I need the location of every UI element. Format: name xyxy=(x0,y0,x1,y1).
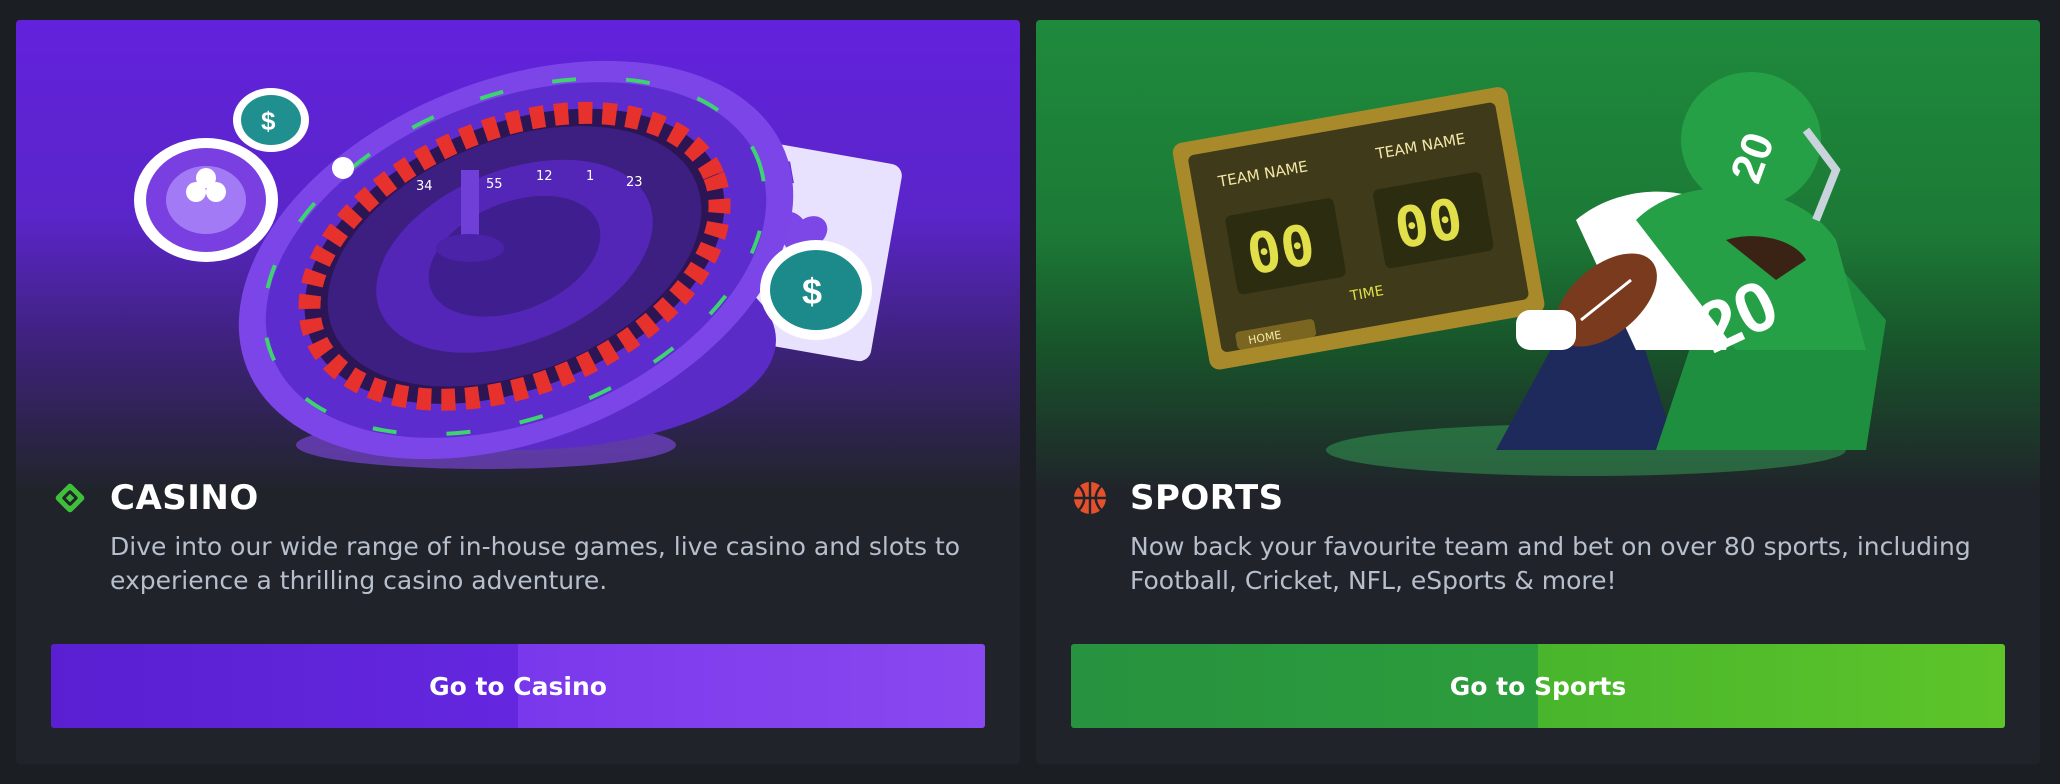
purple-chip xyxy=(134,138,278,262)
go-to-casino-button[interactable]: Go to Casino xyxy=(51,644,985,728)
svg-text:34: 34 xyxy=(416,179,433,194)
scoreboard: TEAM NAME TEAM NAME 00 00 TIME HOME xyxy=(1172,87,1545,370)
casino-card-icon xyxy=(52,480,88,516)
sports-title: SPORTS xyxy=(1130,478,1284,518)
teal-chip-right: $ xyxy=(760,240,872,340)
svg-text:1: 1 xyxy=(586,169,594,184)
promo-cards: A 34 55 12 xyxy=(0,0,2060,784)
svg-text:00: 00 xyxy=(1390,187,1468,263)
football-player: 20 20 xyxy=(1496,72,1886,450)
sports-description: Now back your favourite team and bet on … xyxy=(1130,532,1971,595)
svg-text:$: $ xyxy=(261,106,276,136)
casino-title-row: CASINO xyxy=(52,476,259,520)
casino-title: CASINO xyxy=(110,478,259,518)
go-to-sports-button[interactable]: Go to Sports xyxy=(1071,644,2005,728)
casino-card: A 34 55 12 xyxy=(16,20,1020,764)
sports-card: TEAM NAME TEAM NAME 00 00 TIME HOME 20 2… xyxy=(1036,20,2040,764)
casino-description: Dive into our wide range of in-house gam… xyxy=(110,532,961,595)
sports-title-row: SPORTS xyxy=(1072,476,1284,520)
svg-text:23: 23 xyxy=(626,175,643,190)
sports-hero-illustration: TEAM NAME TEAM NAME 00 00 TIME HOME 20 2… xyxy=(1036,20,2040,490)
teal-chip-top: $ xyxy=(233,88,309,152)
svg-text:00: 00 xyxy=(1242,213,1320,289)
casino-hero-illustration: A 34 55 12 xyxy=(16,20,1020,490)
svg-text:12: 12 xyxy=(536,169,553,184)
svg-text:$: $ xyxy=(802,271,822,312)
basketball-icon xyxy=(1072,480,1108,516)
svg-text:55: 55 xyxy=(486,177,503,192)
